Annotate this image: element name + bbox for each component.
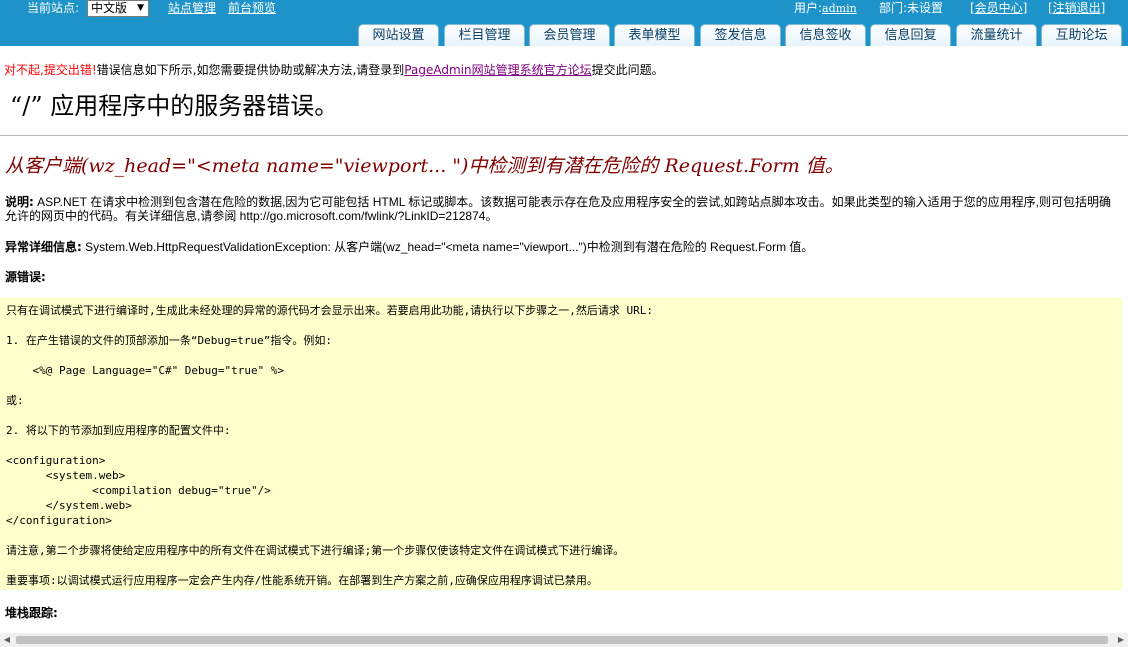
logout-link[interactable]: [注销退出] <box>1048 0 1105 16</box>
scroll-right-arrow-icon[interactable]: ▶ <box>1114 633 1128 647</box>
error-notice-tail: 提交此问题。 <box>591 63 664 77</box>
scroll-left-arrow-icon[interactable]: ◀ <box>0 633 14 647</box>
tab-info-reply[interactable]: 信息回复 <box>870 24 951 46</box>
error-subheading: 从客户端(wz_head="<meta name="viewport... ")… <box>5 155 844 177</box>
error-notice-text: 错误信息如下所示,如您需要提供协助或解决方法,请登录到 <box>96 63 405 77</box>
code-line: 请注意,第二个步骤将使给定应用程序中的所有文件在调试模式下进行编译;第一个步骤仅… <box>6 544 625 557</box>
source-error-heading: 源错误: <box>5 270 46 284</box>
tab-issue-info[interactable]: 签发信息 <box>700 24 781 46</box>
code-line: 或: <box>6 394 24 407</box>
horizontal-scrollbar[interactable]: ◀ ▶ <box>0 633 1128 647</box>
error-notice: 对不起,提交出错!错误信息如下所示,如您需要提供协助或解决方法,请登录到Page… <box>4 62 664 78</box>
user-label: 用户: <box>794 1 823 15</box>
source-error-code-block: 只有在调试模式下进行编译时,生成此未经处理的异常的源代码才会显示出来。若要启用此… <box>0 298 1122 590</box>
tab-traffic-stats[interactable]: 流量统计 <box>956 24 1037 46</box>
code-line: 2. 将以下的节添加到应用程序的配置文件中: <box>6 424 231 437</box>
admin-topbar: 当前站点: 中文版 ▼ 站点管理 前台预览 用户:admin 部门:未设置 [会… <box>0 0 1128 46</box>
divider <box>0 135 1128 136</box>
code-line: <compilation debug="true"/> <box>6 484 271 497</box>
exception-text: System.Web.HttpRequestValidationExceptio… <box>85 240 814 254</box>
user-info: 用户:admin <box>794 0 857 17</box>
member-center-link[interactable]: [会员中心] <box>970 0 1027 16</box>
error-content: 对不起,提交出错!错误信息如下所示,如您需要提供协助或解决方法,请登录到Page… <box>0 46 1128 647</box>
chevron-down-icon: ▼ <box>137 3 144 13</box>
description-label: 说明: <box>5 195 34 209</box>
department-label: 部门:未设置 <box>879 1 944 15</box>
front-preview-link[interactable]: 前台预览 <box>228 0 276 16</box>
scrollbar-thumb[interactable] <box>16 636 1108 644</box>
topbar-info-row: 当前站点: 中文版 ▼ 站点管理 前台预览 用户:admin 部门:未设置 [会… <box>0 0 1128 17</box>
official-forum-link[interactable]: PageAdmin网站管理系统官方论坛 <box>404 63 591 77</box>
code-line: </system.web> <box>6 499 132 512</box>
user-name-link[interactable]: admin <box>822 2 857 15</box>
code-line: <configuration> <box>6 454 106 467</box>
code-line: <system.web> <box>6 469 126 482</box>
stack-trace-label: 堆栈跟踪: <box>5 606 58 620</box>
tab-info-signin[interactable]: 信息签收 <box>785 24 866 46</box>
code-line: 只有在调试模式下进行编译时,生成此未经处理的异常的源代码才会显示出来。若要启用此… <box>6 304 653 317</box>
code-line: 重要事项:以调试模式运行应用程序一定会产生内存/性能系统开销。在部署到生产方案之… <box>6 574 598 587</box>
code-line: 1. 在产生错误的文件的顶部添加一条“Debug=true”指令。例如: <box>6 334 332 347</box>
tab-help-forum[interactable]: 互助论坛 <box>1041 24 1122 46</box>
tab-site-settings[interactable]: 网站设置 <box>358 24 439 46</box>
current-site-label: 当前站点: <box>27 1 80 15</box>
page-title: “/” 应用程序中的服务器错误。 <box>10 92 339 120</box>
exception-details: 异常详细信息: System.Web.HttpRequestValidation… <box>5 240 813 254</box>
site-select-value: 中文版 <box>91 1 128 15</box>
exception-label: 异常详细信息: <box>5 240 82 254</box>
tab-column-manage[interactable]: 栏目管理 <box>444 24 525 46</box>
stack-trace-heading: 堆栈跟踪: <box>5 606 58 620</box>
source-error-label: 源错误: <box>5 270 46 284</box>
error-sorry-text: 对不起,提交出错! <box>4 63 97 77</box>
tab-member-manage[interactable]: 会员管理 <box>529 24 610 46</box>
code-line: <%@ Page Language="C#" Debug="true" %> <box>6 364 285 377</box>
error-description: 说明: ASP.NET 在请求中检测到包含潜在危险的数据,因为它可能包括 HTM… <box>5 195 1117 223</box>
code-line: </configuration> <box>6 514 112 527</box>
description-text: ASP.NET 在请求中检测到包含潜在危险的数据,因为它可能包括 HTML 标记… <box>5 195 1111 223</box>
site-manage-link[interactable]: 站点管理 <box>168 0 216 16</box>
tab-form-model[interactable]: 表单模型 <box>614 24 695 46</box>
site-select[interactable]: 中文版 ▼ <box>87 0 149 17</box>
